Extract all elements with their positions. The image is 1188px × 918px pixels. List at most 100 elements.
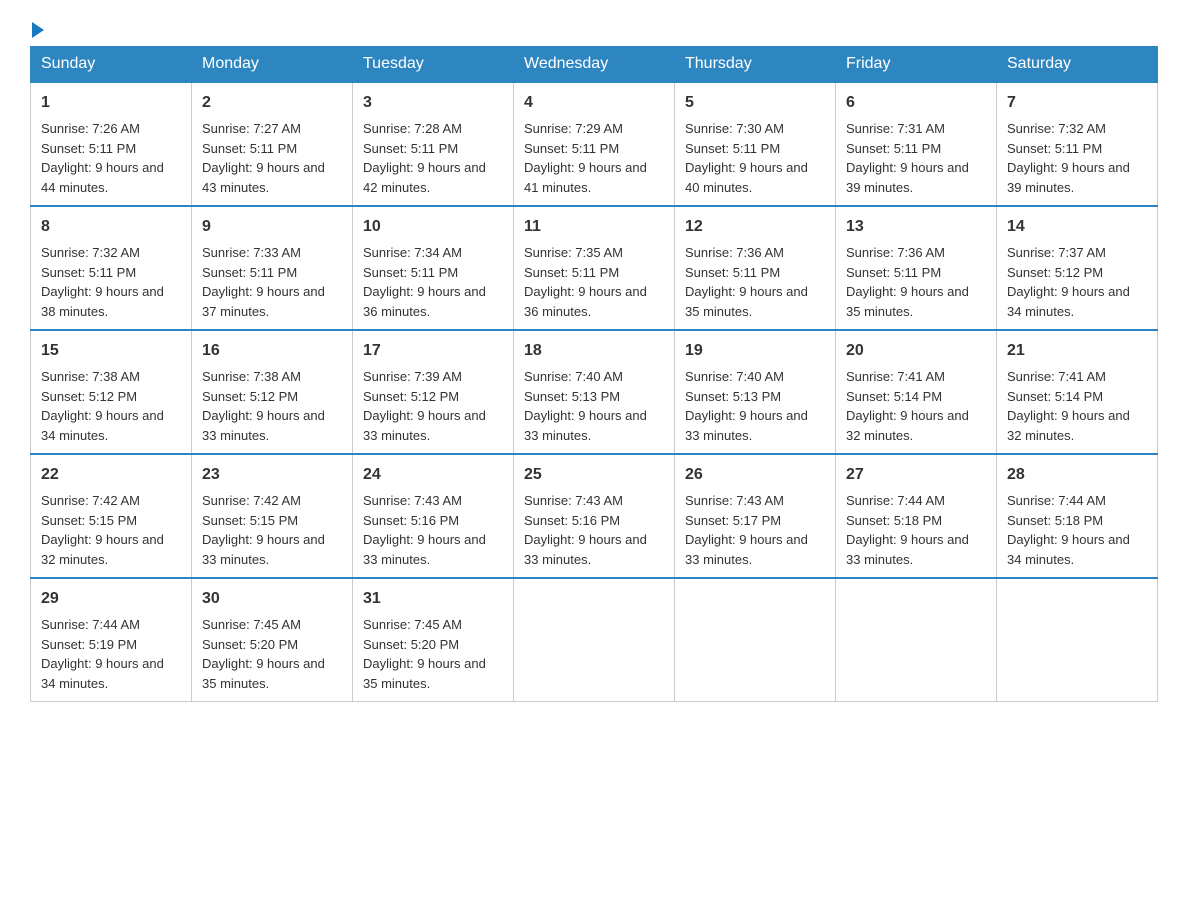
day-info: Sunrise: 7:40 AMSunset: 5:13 PMDaylight:… bbox=[524, 369, 647, 443]
day-number: 19 bbox=[685, 339, 825, 363]
day-info: Sunrise: 7:45 AMSunset: 5:20 PMDaylight:… bbox=[363, 617, 486, 691]
day-info: Sunrise: 7:33 AMSunset: 5:11 PMDaylight:… bbox=[202, 245, 325, 319]
calendar-empty-cell bbox=[836, 578, 997, 702]
calendar-day-15: 15 Sunrise: 7:38 AMSunset: 5:12 PMDaylig… bbox=[31, 330, 192, 454]
calendar-day-29: 29 Sunrise: 7:44 AMSunset: 5:19 PMDaylig… bbox=[31, 578, 192, 702]
calendar-header-saturday: Saturday bbox=[997, 47, 1158, 83]
day-number: 7 bbox=[1007, 91, 1147, 115]
logo bbox=[30, 20, 44, 36]
day-number: 6 bbox=[846, 91, 986, 115]
day-number: 29 bbox=[41, 587, 181, 611]
day-info: Sunrise: 7:29 AMSunset: 5:11 PMDaylight:… bbox=[524, 121, 647, 195]
calendar-day-19: 19 Sunrise: 7:40 AMSunset: 5:13 PMDaylig… bbox=[675, 330, 836, 454]
calendar-day-1: 1 Sunrise: 7:26 AMSunset: 5:11 PMDayligh… bbox=[31, 82, 192, 206]
calendar-day-11: 11 Sunrise: 7:35 AMSunset: 5:11 PMDaylig… bbox=[514, 206, 675, 330]
calendar-header-wednesday: Wednesday bbox=[514, 47, 675, 83]
calendar-day-3: 3 Sunrise: 7:28 AMSunset: 5:11 PMDayligh… bbox=[353, 82, 514, 206]
calendar-header-thursday: Thursday bbox=[675, 47, 836, 83]
day-number: 11 bbox=[524, 215, 664, 239]
day-info: Sunrise: 7:36 AMSunset: 5:11 PMDaylight:… bbox=[846, 245, 969, 319]
calendar-day-10: 10 Sunrise: 7:34 AMSunset: 5:11 PMDaylig… bbox=[353, 206, 514, 330]
day-info: Sunrise: 7:27 AMSunset: 5:11 PMDaylight:… bbox=[202, 121, 325, 195]
calendar-day-28: 28 Sunrise: 7:44 AMSunset: 5:18 PMDaylig… bbox=[997, 454, 1158, 578]
calendar-day-12: 12 Sunrise: 7:36 AMSunset: 5:11 PMDaylig… bbox=[675, 206, 836, 330]
calendar-week-3: 15 Sunrise: 7:38 AMSunset: 5:12 PMDaylig… bbox=[31, 330, 1158, 454]
day-number: 9 bbox=[202, 215, 342, 239]
day-number: 12 bbox=[685, 215, 825, 239]
calendar-empty-cell bbox=[997, 578, 1158, 702]
day-info: Sunrise: 7:44 AMSunset: 5:18 PMDaylight:… bbox=[1007, 493, 1130, 567]
day-info: Sunrise: 7:28 AMSunset: 5:11 PMDaylight:… bbox=[363, 121, 486, 195]
day-number: 31 bbox=[363, 587, 503, 611]
day-number: 30 bbox=[202, 587, 342, 611]
calendar-day-26: 26 Sunrise: 7:43 AMSunset: 5:17 PMDaylig… bbox=[675, 454, 836, 578]
day-number: 16 bbox=[202, 339, 342, 363]
day-number: 13 bbox=[846, 215, 986, 239]
day-info: Sunrise: 7:34 AMSunset: 5:11 PMDaylight:… bbox=[363, 245, 486, 319]
calendar-day-14: 14 Sunrise: 7:37 AMSunset: 5:12 PMDaylig… bbox=[997, 206, 1158, 330]
day-number: 4 bbox=[524, 91, 664, 115]
calendar-week-5: 29 Sunrise: 7:44 AMSunset: 5:19 PMDaylig… bbox=[31, 578, 1158, 702]
calendar-header-row: SundayMondayTuesdayWednesdayThursdayFrid… bbox=[31, 47, 1158, 83]
calendar-day-24: 24 Sunrise: 7:43 AMSunset: 5:16 PMDaylig… bbox=[353, 454, 514, 578]
day-number: 3 bbox=[363, 91, 503, 115]
day-number: 24 bbox=[363, 463, 503, 487]
day-number: 21 bbox=[1007, 339, 1147, 363]
day-info: Sunrise: 7:43 AMSunset: 5:16 PMDaylight:… bbox=[363, 493, 486, 567]
calendar-day-18: 18 Sunrise: 7:40 AMSunset: 5:13 PMDaylig… bbox=[514, 330, 675, 454]
day-number: 20 bbox=[846, 339, 986, 363]
calendar-day-23: 23 Sunrise: 7:42 AMSunset: 5:15 PMDaylig… bbox=[192, 454, 353, 578]
day-number: 1 bbox=[41, 91, 181, 115]
day-info: Sunrise: 7:38 AMSunset: 5:12 PMDaylight:… bbox=[202, 369, 325, 443]
day-info: Sunrise: 7:42 AMSunset: 5:15 PMDaylight:… bbox=[41, 493, 164, 567]
day-number: 8 bbox=[41, 215, 181, 239]
logo-blue-part bbox=[30, 20, 44, 36]
calendar-day-21: 21 Sunrise: 7:41 AMSunset: 5:14 PMDaylig… bbox=[997, 330, 1158, 454]
day-number: 22 bbox=[41, 463, 181, 487]
logo-text bbox=[30, 20, 44, 36]
day-number: 28 bbox=[1007, 463, 1147, 487]
calendar-day-9: 9 Sunrise: 7:33 AMSunset: 5:11 PMDayligh… bbox=[192, 206, 353, 330]
day-number: 26 bbox=[685, 463, 825, 487]
day-number: 15 bbox=[41, 339, 181, 363]
day-info: Sunrise: 7:37 AMSunset: 5:12 PMDaylight:… bbox=[1007, 245, 1130, 319]
calendar-week-4: 22 Sunrise: 7:42 AMSunset: 5:15 PMDaylig… bbox=[31, 454, 1158, 578]
day-info: Sunrise: 7:39 AMSunset: 5:12 PMDaylight:… bbox=[363, 369, 486, 443]
calendar-day-22: 22 Sunrise: 7:42 AMSunset: 5:15 PMDaylig… bbox=[31, 454, 192, 578]
calendar-header-tuesday: Tuesday bbox=[353, 47, 514, 83]
day-number: 10 bbox=[363, 215, 503, 239]
calendar-day-4: 4 Sunrise: 7:29 AMSunset: 5:11 PMDayligh… bbox=[514, 82, 675, 206]
day-number: 14 bbox=[1007, 215, 1147, 239]
calendar-table: SundayMondayTuesdayWednesdayThursdayFrid… bbox=[30, 46, 1158, 702]
day-info: Sunrise: 7:41 AMSunset: 5:14 PMDaylight:… bbox=[1007, 369, 1130, 443]
calendar-header-monday: Monday bbox=[192, 47, 353, 83]
calendar-day-16: 16 Sunrise: 7:38 AMSunset: 5:12 PMDaylig… bbox=[192, 330, 353, 454]
calendar-day-31: 31 Sunrise: 7:45 AMSunset: 5:20 PMDaylig… bbox=[353, 578, 514, 702]
day-number: 2 bbox=[202, 91, 342, 115]
calendar-empty-cell bbox=[514, 578, 675, 702]
day-info: Sunrise: 7:43 AMSunset: 5:16 PMDaylight:… bbox=[524, 493, 647, 567]
day-info: Sunrise: 7:44 AMSunset: 5:19 PMDaylight:… bbox=[41, 617, 164, 691]
day-info: Sunrise: 7:40 AMSunset: 5:13 PMDaylight:… bbox=[685, 369, 808, 443]
day-info: Sunrise: 7:42 AMSunset: 5:15 PMDaylight:… bbox=[202, 493, 325, 567]
logo-triangle-icon bbox=[32, 22, 44, 38]
day-info: Sunrise: 7:32 AMSunset: 5:11 PMDaylight:… bbox=[41, 245, 164, 319]
calendar-day-13: 13 Sunrise: 7:36 AMSunset: 5:11 PMDaylig… bbox=[836, 206, 997, 330]
calendar-day-2: 2 Sunrise: 7:27 AMSunset: 5:11 PMDayligh… bbox=[192, 82, 353, 206]
day-number: 25 bbox=[524, 463, 664, 487]
day-info: Sunrise: 7:26 AMSunset: 5:11 PMDaylight:… bbox=[41, 121, 164, 195]
day-info: Sunrise: 7:38 AMSunset: 5:12 PMDaylight:… bbox=[41, 369, 164, 443]
day-info: Sunrise: 7:45 AMSunset: 5:20 PMDaylight:… bbox=[202, 617, 325, 691]
day-info: Sunrise: 7:44 AMSunset: 5:18 PMDaylight:… bbox=[846, 493, 969, 567]
day-number: 18 bbox=[524, 339, 664, 363]
calendar-day-6: 6 Sunrise: 7:31 AMSunset: 5:11 PMDayligh… bbox=[836, 82, 997, 206]
day-number: 5 bbox=[685, 91, 825, 115]
calendar-day-5: 5 Sunrise: 7:30 AMSunset: 5:11 PMDayligh… bbox=[675, 82, 836, 206]
calendar-header-friday: Friday bbox=[836, 47, 997, 83]
day-info: Sunrise: 7:36 AMSunset: 5:11 PMDaylight:… bbox=[685, 245, 808, 319]
day-number: 27 bbox=[846, 463, 986, 487]
calendar-week-2: 8 Sunrise: 7:32 AMSunset: 5:11 PMDayligh… bbox=[31, 206, 1158, 330]
calendar-day-27: 27 Sunrise: 7:44 AMSunset: 5:18 PMDaylig… bbox=[836, 454, 997, 578]
calendar-day-8: 8 Sunrise: 7:32 AMSunset: 5:11 PMDayligh… bbox=[31, 206, 192, 330]
page-header bbox=[30, 20, 1158, 36]
